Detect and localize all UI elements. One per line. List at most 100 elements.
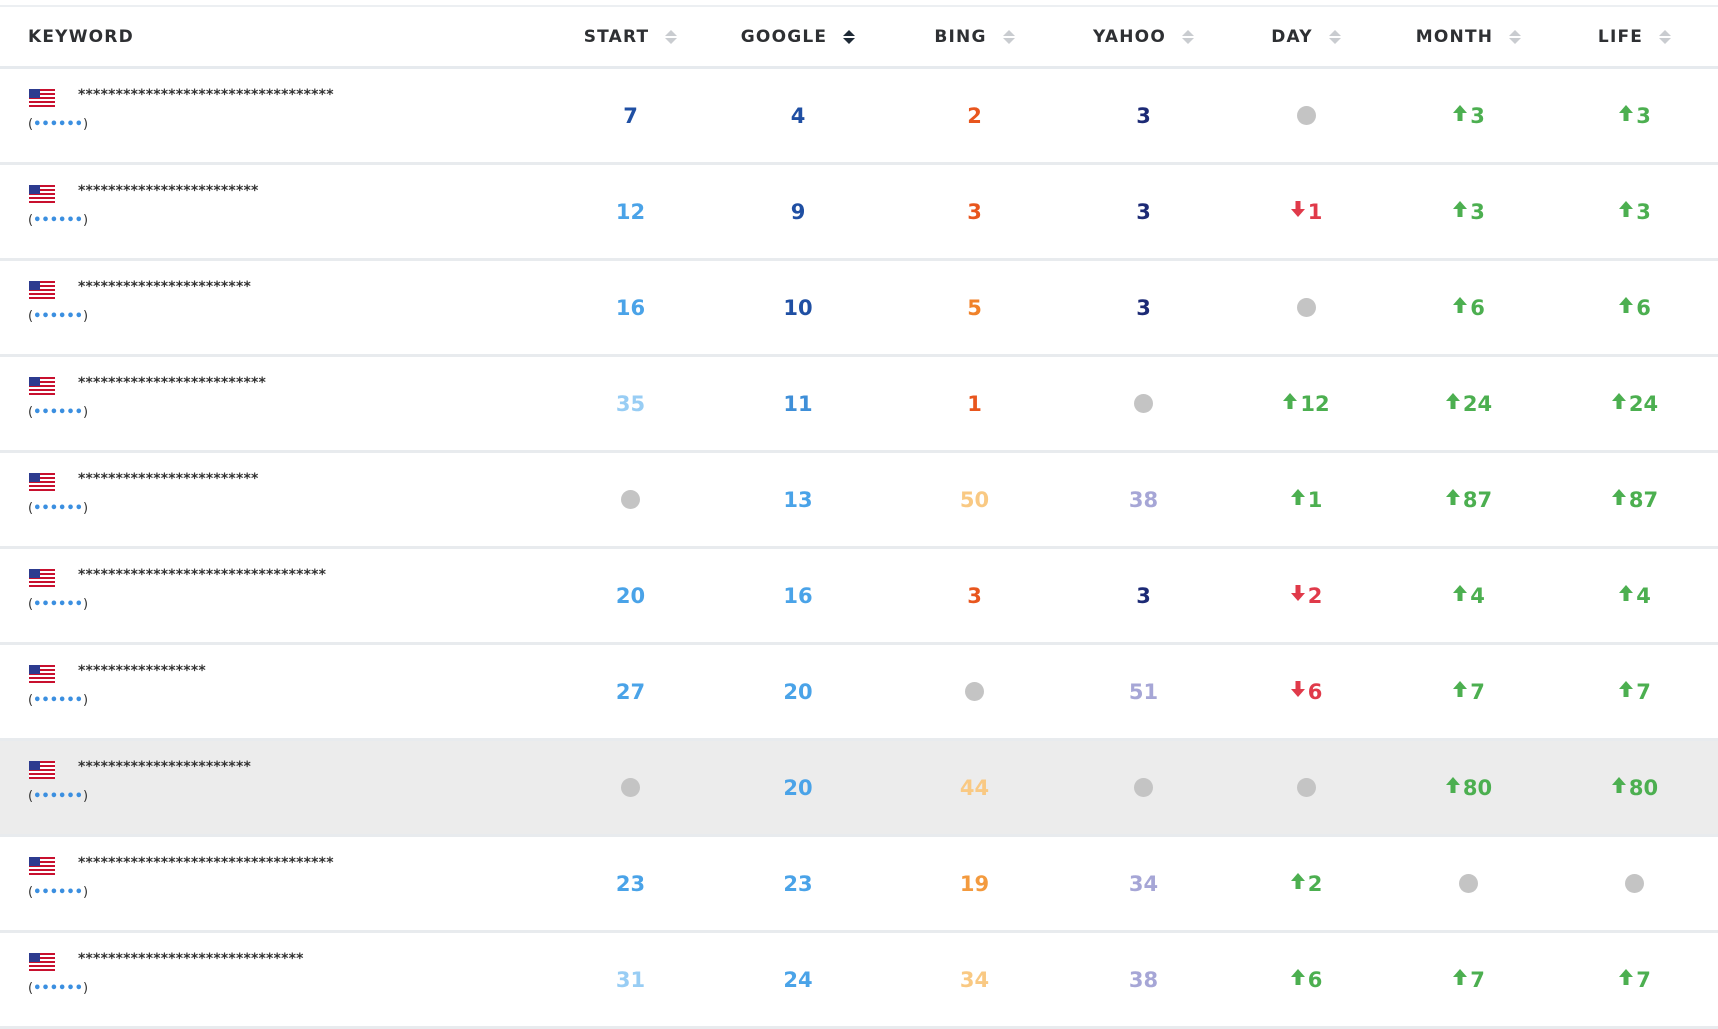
keyword-url-close: ): [82, 597, 89, 612]
keyword-url-close: ): [82, 981, 89, 996]
us-flag-icon: [29, 665, 55, 683]
header-yahoo-label: YAHOO: [1093, 26, 1166, 47]
start-rank-cell: 20: [553, 584, 708, 608]
start-rank-value: 31: [615, 967, 646, 992]
table-row[interactable]: ****************************** (••••••) 31…: [0, 933, 1718, 1029]
table-header: KEYWORD START GOOGLE BING YAHOO DAY MONT…: [0, 7, 1718, 69]
keyword-text: **********************************: [78, 87, 334, 103]
bing-rank-cell: 50: [888, 488, 1061, 512]
no-rank-icon: [1134, 394, 1153, 413]
google-rank-value: 16: [783, 583, 813, 608]
month-change-value: 7: [1470, 967, 1485, 992]
table-body: ********************************** (•••••…: [0, 69, 1718, 1029]
keyword-url-link[interactable]: ••••••: [33, 405, 83, 420]
table-row[interactable]: ***************** (••••••) 27 20 51 6 7 7: [0, 645, 1718, 741]
keyword-url-link[interactable]: ••••••: [33, 501, 83, 516]
bing-rank-cell: [888, 682, 1061, 701]
us-flag-icon: [29, 761, 55, 779]
bing-rank-value: 1: [967, 391, 982, 416]
arrow-up-icon: [1618, 104, 1634, 127]
no-change-icon: [1459, 874, 1478, 893]
rankings-table: KEYWORD START GOOGLE BING YAHOO DAY MONT…: [0, 0, 1718, 1029]
header-google-label: GOOGLE: [740, 26, 828, 47]
month-change-value: 3: [1470, 103, 1485, 128]
life-change-value: 6: [1636, 295, 1651, 320]
header-yahoo[interactable]: YAHOO: [1061, 27, 1226, 47]
month-change-value: 6: [1470, 295, 1485, 320]
month-change-value: 80: [1462, 775, 1493, 800]
keyword-url-link[interactable]: ••••••: [33, 789, 83, 804]
month-change-cell: 24: [1386, 392, 1551, 416]
keyword-cell: *********************** (••••••): [0, 261, 553, 354]
google-rank-value: 24: [783, 967, 813, 992]
no-rank-icon: [621, 490, 640, 509]
yahoo-rank-cell: [1061, 394, 1226, 413]
table-row[interactable]: ************************ (••••••) 13 50 38 1 8…: [0, 453, 1718, 549]
start-rank-cell: 16: [553, 296, 708, 320]
keyword-url-link[interactable]: ••••••: [33, 885, 83, 900]
keyword-text: ************************: [78, 183, 259, 199]
table-row[interactable]: *********************** (••••••) 16 10 5 3 6 6: [0, 261, 1718, 357]
header-bing[interactable]: BING: [888, 27, 1061, 47]
month-change-cell: 4: [1386, 584, 1551, 608]
arrow-up-icon: [1282, 392, 1298, 415]
day-change-cell: 1: [1226, 200, 1386, 224]
sort-bing-icon[interactable]: [1002, 29, 1015, 44]
keyword-url-link[interactable]: ••••••: [33, 597, 83, 612]
arrow-up-icon: [1452, 296, 1468, 319]
start-rank-value: 27: [615, 679, 646, 704]
table-row[interactable]: ********************************** (•••••…: [0, 837, 1718, 933]
day-change-cell: 12: [1226, 392, 1386, 416]
sort-month-icon[interactable]: [1509, 29, 1522, 44]
table-row[interactable]: ********************************** (•••••…: [0, 69, 1718, 165]
yahoo-rank-cell: [1061, 778, 1226, 797]
start-rank-value: 20: [615, 583, 646, 608]
table-row[interactable]: ********************************* (••••••…: [0, 549, 1718, 645]
bing-rank-value: 3: [967, 199, 982, 224]
keyword-text: *********************************: [78, 567, 327, 583]
arrow-up-icon: [1452, 680, 1468, 703]
header-start-label: START: [583, 26, 650, 47]
table-row[interactable]: ************************* (••••••) 35 11 1 12…: [0, 357, 1718, 453]
google-rank-value: 10: [783, 295, 813, 320]
keyword-text: *************************: [78, 375, 267, 391]
bing-rank-cell: 34: [888, 968, 1061, 992]
keyword-url-link[interactable]: ••••••: [33, 309, 83, 324]
sort-start-icon[interactable]: [665, 29, 678, 44]
header-day-label: DAY: [1271, 26, 1313, 47]
sort-google-icon[interactable]: [843, 29, 856, 44]
sort-life-icon[interactable]: [1659, 29, 1672, 44]
arrow-up-icon: [1618, 584, 1634, 607]
day-change-cell: 1: [1226, 488, 1386, 512]
header-start[interactable]: START: [553, 27, 708, 47]
header-google[interactable]: GOOGLE: [708, 27, 888, 47]
keyword-url-close: ): [82, 309, 89, 324]
header-month[interactable]: MONTH: [1386, 27, 1551, 47]
month-change-value: 24: [1462, 391, 1493, 416]
day-change-value: 2: [1307, 583, 1323, 608]
header-month-label: MONTH: [1415, 26, 1494, 47]
yahoo-rank-value: 34: [1128, 871, 1159, 896]
google-rank-value: 11: [783, 391, 813, 416]
header-life-label: LIFE: [1597, 26, 1644, 47]
no-change-icon: [1296, 778, 1316, 797]
life-change-value: 4: [1636, 583, 1651, 608]
keyword-url-link[interactable]: ••••••: [33, 117, 83, 132]
keyword-url-close: ): [82, 885, 89, 900]
header-day[interactable]: DAY: [1226, 27, 1386, 47]
header-life[interactable]: LIFE: [1551, 27, 1718, 47]
month-change-value: 3: [1470, 199, 1485, 224]
table-row[interactable]: ************************ (••••••) 12 9 3 3 1 3 3: [0, 165, 1718, 261]
life-change-value: 87: [1628, 487, 1659, 512]
keyword-url-link[interactable]: ••••••: [33, 981, 83, 996]
sort-day-icon[interactable]: [1328, 29, 1341, 44]
keyword-url: (••••••): [28, 981, 88, 996]
us-flag-icon: [29, 89, 55, 107]
arrow-down-icon: [1290, 584, 1306, 607]
keyword-url-link[interactable]: ••••••: [33, 693, 83, 708]
us-flag-icon: [29, 185, 55, 203]
keyword-url-link[interactable]: ••••••: [33, 213, 83, 228]
bing-rank-value: 2: [967, 103, 982, 128]
sort-yahoo-icon[interactable]: [1181, 29, 1194, 44]
table-row[interactable]: *********************** (••••••) 20 44 80 80: [0, 741, 1718, 837]
